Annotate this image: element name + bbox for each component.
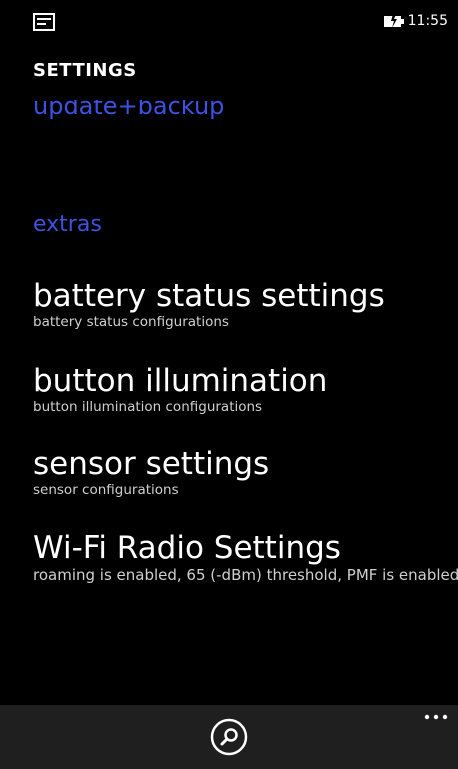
- page-title: SETTINGS: [33, 60, 137, 81]
- setting-subtitle: roaming is enabled, 65 (-dBm) threshold,…: [33, 566, 458, 584]
- setting-subtitle: sensor configurations: [33, 482, 179, 498]
- battery-charging-icon: [383, 13, 405, 29]
- app-bar: [0, 705, 458, 769]
- setting-title: Wi-Fi Radio Settings: [33, 530, 341, 566]
- settings-list[interactable]: update+backup extras battery status sett…: [0, 100, 458, 705]
- setting-button-illumination[interactable]: button illumination button illumination …: [33, 363, 458, 415]
- setting-title: battery status settings: [33, 278, 385, 314]
- setting-subtitle: battery status configurations: [33, 314, 229, 330]
- section-header-update-backup: update+backup: [33, 100, 225, 120]
- notification-icon: [33, 13, 55, 31]
- setting-battery-status[interactable]: battery status settings battery status c…: [33, 278, 458, 330]
- status-bar: 11:55: [0, 0, 458, 40]
- setting-title: button illumination: [33, 363, 328, 399]
- clock: 11:55: [407, 13, 448, 29]
- setting-sensor[interactable]: sensor settings sensor configurations: [33, 446, 458, 498]
- section-header-extras: extras: [33, 212, 102, 237]
- setting-wifi-radio[interactable]: Wi-Fi Radio Settings roaming is enabled,…: [33, 530, 458, 584]
- setting-title: sensor settings: [33, 446, 270, 482]
- search-icon[interactable]: [209, 717, 249, 757]
- setting-subtitle: button illumination configurations: [33, 399, 263, 415]
- more-options-icon[interactable]: [422, 707, 450, 727]
